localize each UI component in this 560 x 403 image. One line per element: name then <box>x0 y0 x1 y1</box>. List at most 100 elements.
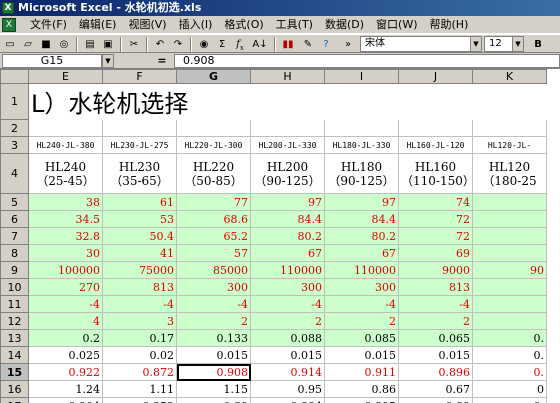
data-cell[interactable]: 74 <box>398 193 473 211</box>
data-cell[interactable]: 300 <box>176 278 251 296</box>
data-cell[interactable]: 57 <box>176 244 251 262</box>
data-cell[interactable]: 67 <box>324 244 399 262</box>
data-cell[interactable]: 2 <box>398 312 473 330</box>
font-name-dropdown[interactable]: ▼ <box>470 36 482 52</box>
turbine-model-cell[interactable]: HL200 （90-125） <box>250 153 325 194</box>
data-cell[interactable]: 0.872 <box>102 363 177 381</box>
data-cell[interactable]: 0.088 <box>250 329 325 347</box>
cut-icon[interactable]: ✂ <box>126 37 142 52</box>
data-cell[interactable]: 84.4 <box>250 210 325 228</box>
row-header[interactable]: 6 <box>0 210 29 228</box>
column-header[interactable]: E <box>28 69 103 84</box>
data-cell[interactable]: 0 <box>472 380 547 398</box>
data-cell[interactable]: 0.896 <box>398 363 473 381</box>
save-icon[interactable]: ■ <box>38 37 54 52</box>
row-header[interactable]: 14 <box>0 346 29 364</box>
data-cell[interactable]: 50.4 <box>102 227 177 245</box>
menu-item[interactable]: 窗口(W) <box>370 16 423 33</box>
data-cell[interactable]: 100000 <box>28 261 103 279</box>
data-cell[interactable]: 97 <box>324 193 399 211</box>
column-header[interactable]: K <box>472 69 547 84</box>
cell[interactable] <box>398 119 473 137</box>
data-cell[interactable]: 0.89 <box>176 397 251 403</box>
cell[interactable] <box>102 119 177 137</box>
data-cell[interactable]: 0.95 <box>250 380 325 398</box>
data-cell[interactable]: 0.914 <box>250 363 325 381</box>
data-cell[interactable]: 0.02 <box>102 346 177 364</box>
data-cell[interactable]: 80.2 <box>324 227 399 245</box>
turbine-code-cell[interactable]: HL200-JL-330 <box>250 136 325 154</box>
turbine-model-cell[interactable]: HL240 （25-45） <box>28 153 103 194</box>
menu-item[interactable]: 文件(F) <box>24 16 73 33</box>
name-box-dropdown[interactable]: ▼ <box>102 54 114 68</box>
data-cell[interactable]: -4 <box>176 295 251 313</box>
data-cell[interactable]: 0. <box>472 363 547 381</box>
row-header[interactable]: 16 <box>0 380 29 398</box>
turbine-model-cell[interactable]: HL120 （180-25 <box>472 153 547 194</box>
data-cell[interactable] <box>472 278 547 296</box>
row-header[interactable]: 10 <box>0 278 29 296</box>
data-cell[interactable] <box>472 244 547 262</box>
data-cell[interactable]: 300 <box>324 278 399 296</box>
data-cell[interactable]: 4 <box>28 312 103 330</box>
data-cell[interactable]: 0.17 <box>102 329 177 347</box>
data-cell[interactable]: 0.025 <box>28 346 103 364</box>
data-cell[interactable]: 2 <box>176 312 251 330</box>
menu-item[interactable]: 数据(D) <box>319 16 370 33</box>
excel-app-icon[interactable]: X <box>2 2 14 14</box>
row-header[interactable]: 17 <box>0 397 29 403</box>
menu-item[interactable]: 帮助(H) <box>424 16 475 33</box>
turbine-model-cell[interactable]: HL180 （90-125） <box>324 153 399 194</box>
data-cell[interactable]: 0.2 <box>28 329 103 347</box>
data-cell[interactable]: 110000 <box>324 261 399 279</box>
cell[interactable] <box>176 119 251 137</box>
data-cell[interactable] <box>472 312 547 330</box>
data-cell[interactable]: 65.2 <box>176 227 251 245</box>
data-cell[interactable]: 0.015 <box>398 346 473 364</box>
autosum-icon[interactable]: Σ <box>214 37 230 52</box>
row-header[interactable]: 2 <box>0 119 29 137</box>
data-cell[interactable]: 1.15 <box>176 380 251 398</box>
data-cell[interactable]: 34.5 <box>28 210 103 228</box>
redo-icon[interactable]: ↷ <box>170 37 186 52</box>
data-cell[interactable]: 0.67 <box>398 380 473 398</box>
row-header[interactable]: 13 <box>0 329 29 347</box>
cell[interactable] <box>250 119 325 137</box>
insert-function-icon[interactable]: fx <box>232 37 248 52</box>
data-cell[interactable] <box>472 227 547 245</box>
column-header[interactable]: F <box>102 69 177 84</box>
data-cell[interactable]: 110000 <box>250 261 325 279</box>
cell[interactable] <box>324 119 399 137</box>
turbine-model-cell[interactable]: HL160 （110-150） <box>398 153 473 194</box>
font-size-box[interactable]: 12 <box>484 36 514 52</box>
undo-icon[interactable]: ↶ <box>152 37 168 52</box>
data-cell[interactable]: 2 <box>324 312 399 330</box>
data-cell[interactable]: 77 <box>176 193 251 211</box>
data-cell[interactable]: 2 <box>250 312 325 330</box>
data-cell[interactable]: 0. <box>472 329 547 347</box>
data-cell[interactable]: 53 <box>102 210 177 228</box>
help-icon[interactable]: ? <box>318 37 334 52</box>
data-cell[interactable]: -4 <box>324 295 399 313</box>
data-cell[interactable]: 61 <box>102 193 177 211</box>
menu-item[interactable]: 编辑(E) <box>73 16 123 33</box>
data-cell[interactable] <box>472 193 547 211</box>
data-cell[interactable]: 32.8 <box>28 227 103 245</box>
turbine-code-cell[interactable]: HL180-JL-330 <box>324 136 399 154</box>
data-cell[interactable]: 9000 <box>398 261 473 279</box>
menu-item[interactable]: 格式(O) <box>218 16 269 33</box>
data-cell[interactable]: 1.24 <box>28 380 103 398</box>
toolbar-options-icon[interactable]: » <box>340 37 356 52</box>
bold-button[interactable]: B <box>530 37 546 52</box>
data-cell[interactable]: 0.86 <box>324 380 399 398</box>
data-cell[interactable]: 3 <box>102 312 177 330</box>
column-header[interactable]: I <box>324 69 399 84</box>
data-cell[interactable]: -4 <box>28 295 103 313</box>
row-header[interactable]: 9 <box>0 261 29 279</box>
data-cell[interactable]: 0.911 <box>324 363 399 381</box>
data-cell[interactable]: 0.015 <box>176 346 251 364</box>
row-header[interactable]: 3 <box>0 136 29 154</box>
data-cell[interactable]: 85000 <box>176 261 251 279</box>
font-size-dropdown[interactable]: ▼ <box>512 36 524 52</box>
data-cell[interactable]: 813 <box>102 278 177 296</box>
